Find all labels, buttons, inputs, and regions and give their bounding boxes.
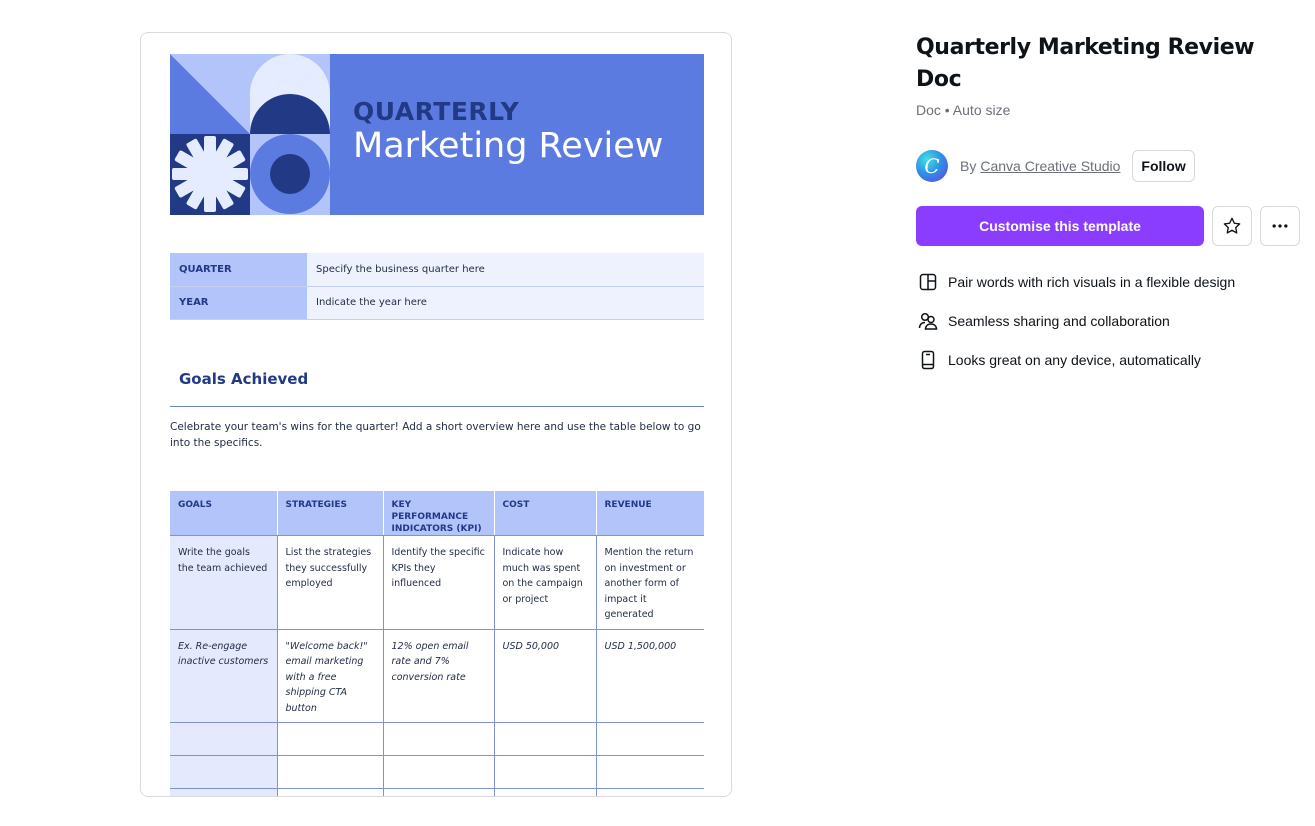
info-row-quarter: QUARTER Specify the business quarter her… bbox=[170, 253, 704, 287]
feature-label: Looks great on any device, automatically bbox=[948, 351, 1201, 368]
table-cell bbox=[494, 755, 597, 789]
table-header: REVENUE bbox=[596, 491, 704, 536]
overview-text: Celebrate your team's wins for the quart… bbox=[170, 421, 701, 449]
customise-template-button[interactable]: Customise this template bbox=[916, 206, 1204, 246]
people-icon bbox=[916, 309, 940, 333]
table-row: Write the goals the team achieved List t… bbox=[170, 535, 704, 630]
by-label: By Canva Creative Studio bbox=[960, 158, 1120, 174]
info-key: QUARTER bbox=[170, 253, 307, 287]
table-cell: Indicate how much was spent on the campa… bbox=[494, 535, 597, 630]
more-options-button[interactable] bbox=[1260, 206, 1300, 246]
table-cell: Write the goals the team achieved bbox=[170, 535, 278, 630]
table-cell: Identify the specific KPIs they influenc… bbox=[383, 535, 495, 630]
divider bbox=[170, 406, 704, 407]
action-bar: Customise this template bbox=[916, 206, 1300, 246]
info-row-year: YEAR Indicate the year here bbox=[170, 286, 704, 320]
table-header: STRATEGIES bbox=[277, 491, 384, 536]
table-cell: Mention the return on investment or anot… bbox=[596, 535, 704, 630]
table-cell bbox=[170, 755, 278, 789]
favorite-button[interactable] bbox=[1212, 206, 1252, 246]
banner-title-line1: QUARTERLY bbox=[353, 97, 520, 126]
table-cell: USD 1,500,000 bbox=[596, 629, 704, 723]
table-header: COST bbox=[494, 491, 597, 536]
feature-label: Pair words with rich visuals in a flexib… bbox=[948, 273, 1236, 290]
table-cell bbox=[494, 722, 597, 756]
table-row: Ex. Re-engage inactive customers "Welcom… bbox=[170, 629, 704, 723]
template-preview[interactable]: QUARTERLY Marketing Review QUARTER Speci… bbox=[140, 32, 732, 797]
table-cell: Ex. Re-engage inactive customers bbox=[170, 629, 278, 723]
follow-button[interactable]: Follow bbox=[1132, 150, 1195, 182]
table-cell: USD 50,000 bbox=[494, 629, 597, 723]
table-cell bbox=[277, 788, 384, 796]
banner: QUARTERLY Marketing Review bbox=[170, 54, 704, 215]
table-header: GOALS bbox=[170, 491, 278, 536]
more-icon bbox=[1272, 224, 1288, 228]
table-cell bbox=[277, 755, 384, 789]
feature-label: Seamless sharing and collaboration bbox=[948, 312, 1170, 329]
table-cell bbox=[494, 788, 597, 796]
table-row-empty bbox=[170, 788, 704, 796]
feature-list: Pair words with rich visuals in a flexib… bbox=[916, 262, 1235, 379]
layout-icon bbox=[916, 270, 940, 294]
table-cell bbox=[277, 722, 384, 756]
by-text: By bbox=[960, 158, 977, 174]
table-cell bbox=[170, 788, 278, 796]
table-cell: 12% open email rate and 7% conversion ra… bbox=[383, 629, 495, 723]
banner-title-line2: Marketing Review bbox=[353, 126, 664, 166]
section-heading: Goals Achieved bbox=[179, 370, 309, 388]
table-cell bbox=[596, 722, 704, 756]
info-key: YEAR bbox=[170, 286, 307, 320]
table-header-row: GOALS STRATEGIES KEY PERFORMANCE INDICAT… bbox=[170, 491, 704, 536]
star-icon bbox=[1223, 217, 1241, 234]
info-value: Indicate the year here bbox=[307, 286, 704, 320]
table-cell bbox=[383, 788, 495, 796]
author-link[interactable]: Canva Creative Studio bbox=[980, 158, 1120, 174]
table-cell bbox=[596, 788, 704, 796]
template-details-panel: Quarterly Marketing Review Doc Doc • Aut… bbox=[916, 32, 1306, 369]
info-value: Specify the business quarter here bbox=[307, 253, 704, 287]
template-meta: Doc • Auto size bbox=[916, 102, 1011, 118]
author-avatar[interactable]: C bbox=[916, 150, 948, 182]
table-cell bbox=[170, 722, 278, 756]
table-row-empty bbox=[170, 755, 704, 789]
table-cell bbox=[383, 755, 495, 789]
banner-title: QUARTERLY Marketing Review bbox=[353, 97, 664, 167]
feature-item: Seamless sharing and collaboration bbox=[916, 301, 1235, 340]
table-cell bbox=[383, 722, 495, 756]
info-table: QUARTER Specify the business quarter her… bbox=[170, 253, 704, 320]
feature-item: Pair words with rich visuals in a flexib… bbox=[916, 262, 1235, 301]
table-cell bbox=[596, 755, 704, 789]
table-header: KEY PERFORMANCE INDICATORS (KPI) bbox=[383, 491, 495, 536]
table-cell: List the strategies they successfully em… bbox=[277, 535, 384, 630]
table-cell: "Welcome back!" email marketing with a f… bbox=[277, 629, 384, 723]
feature-item: Looks great on any device, automatically bbox=[916, 340, 1235, 379]
document-page: QUARTERLY Marketing Review QUARTER Speci… bbox=[170, 54, 704, 796]
author-byline: C By Canva Creative Studio Follow bbox=[916, 149, 1195, 183]
template-title: Quarterly Marketing Review Doc bbox=[916, 35, 1255, 92]
table-row-empty bbox=[170, 722, 704, 756]
device-icon bbox=[916, 348, 940, 372]
goals-table: GOALS STRATEGIES KEY PERFORMANCE INDICAT… bbox=[170, 491, 704, 796]
